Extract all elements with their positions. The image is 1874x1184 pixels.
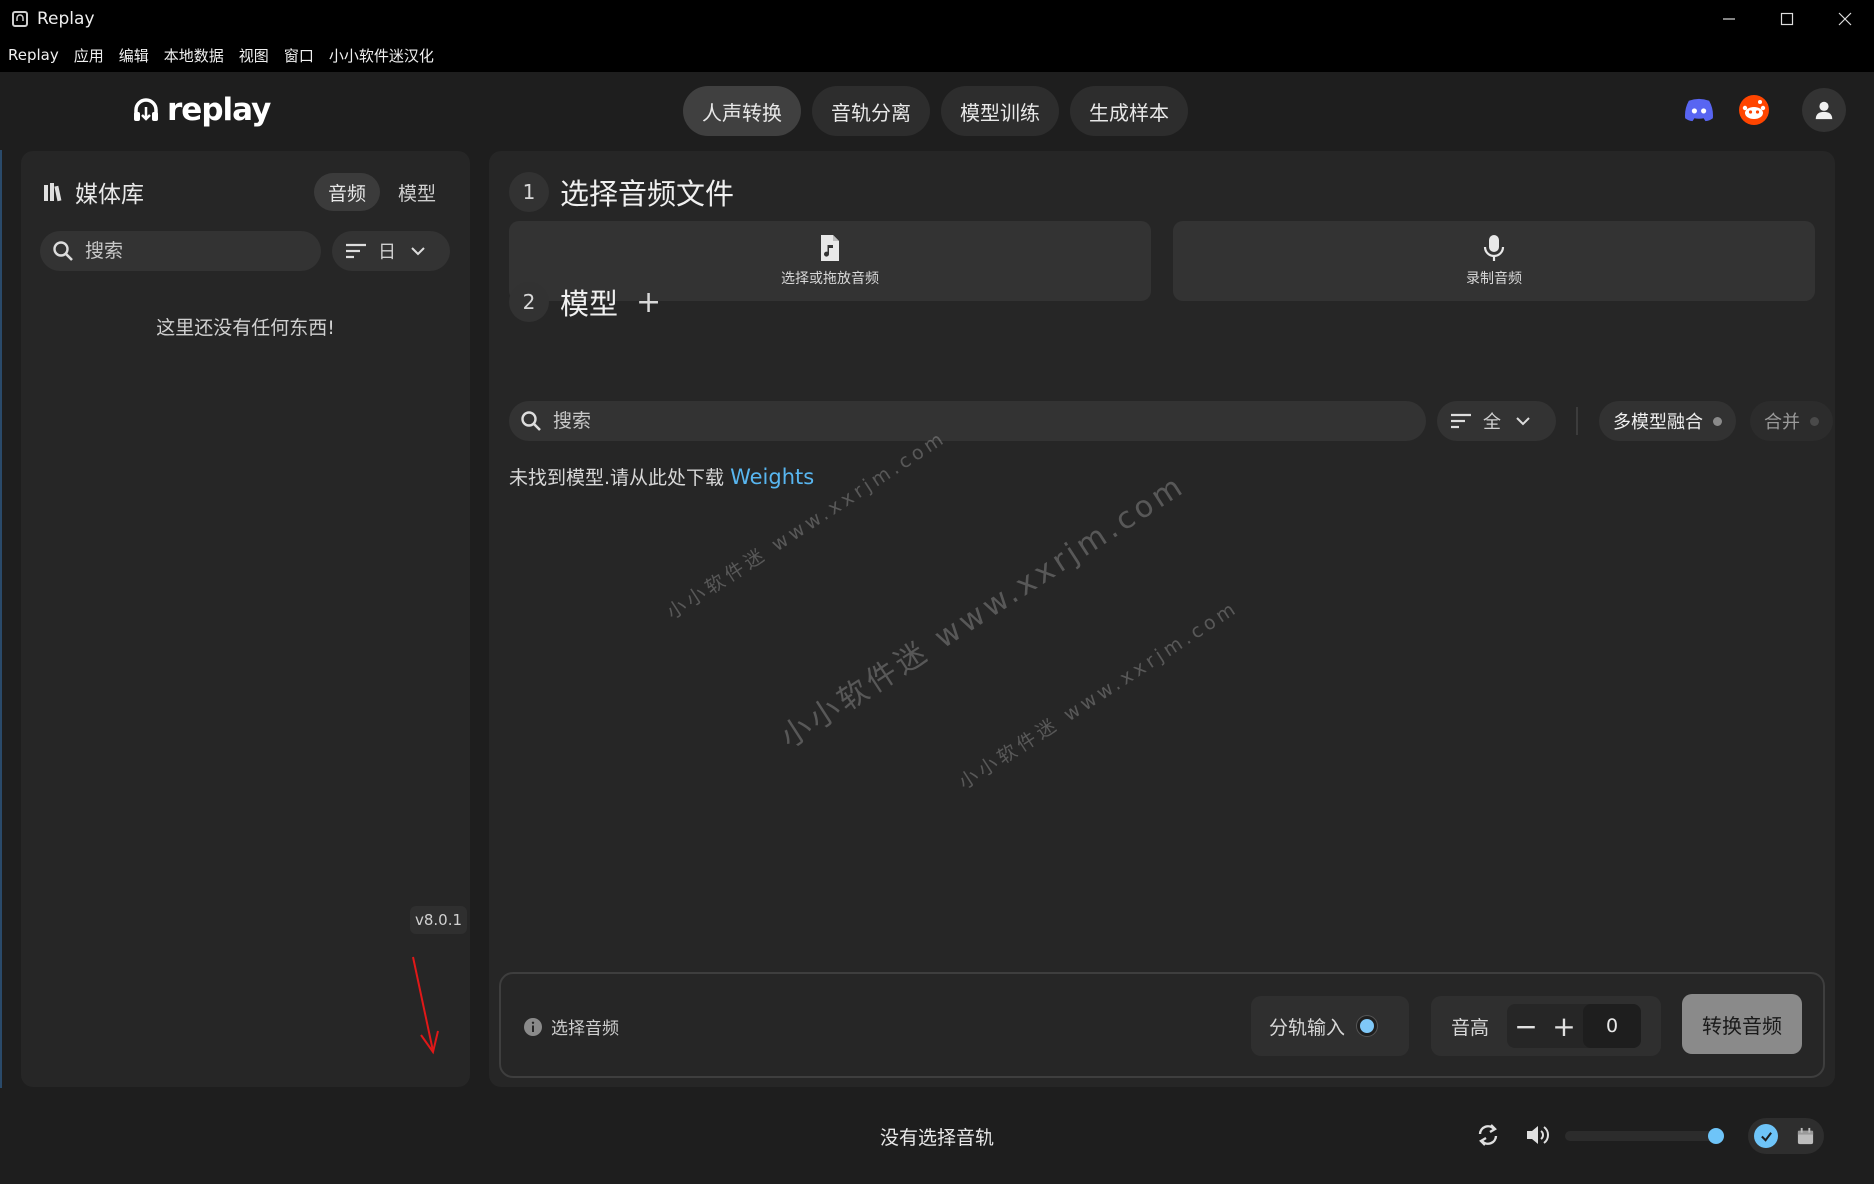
convert-status-text: 选择音频 [551, 1019, 619, 1039]
volume-slider-knob[interactable] [1708, 1128, 1724, 1144]
library-icon [44, 183, 62, 202]
no-model-text: 未找到模型.请从此处下载 [509, 467, 725, 489]
convert-panel: 1 选择音频文件 选择或拖放音频 录制音频 2 模型 + 全 多模型融合 合并 … [489, 151, 1835, 1087]
pitch-decrease-button[interactable]: − [1507, 1004, 1545, 1048]
menu-item-window[interactable]: 窗口 [284, 45, 314, 66]
volume-slider[interactable] [1565, 1128, 1724, 1144]
model-search [509, 401, 1426, 441]
tab-generate-samples[interactable]: 生成样本 [1070, 86, 1188, 136]
convert-status: 选择音频 [523, 1014, 619, 1039]
menu-item-edit[interactable]: 编辑 [119, 45, 149, 66]
merge-label: 合并 [1764, 412, 1800, 433]
library-title: 媒体库 [75, 182, 144, 208]
step-1-number: 1 [509, 172, 549, 212]
record-audio-label: 录制音频 [1466, 271, 1522, 287]
menu-bar: Replay 应用 编辑 本地数据 视图 窗口 小小软件迷汉化 [0, 38, 1874, 72]
step-2-title: 模型 [560, 287, 619, 321]
minimize-button[interactable] [1700, 0, 1758, 38]
library-segment: 音频 模型 [313, 173, 450, 211]
pitch-control: 音高 − + 0 [1431, 996, 1661, 1056]
sort-icon [346, 243, 366, 259]
maximize-button[interactable] [1758, 0, 1816, 38]
logo-text: replay [167, 92, 271, 128]
microphone-icon [1483, 235, 1505, 261]
weights-link[interactable]: Weights [730, 465, 814, 489]
main-nav: 人声转换 音轨分离 模型训练 生成样本 [683, 86, 1188, 136]
tab-voice-convert[interactable]: 人声转换 [683, 86, 801, 136]
info-icon [524, 1017, 542, 1036]
menu-item-view[interactable]: 视图 [239, 45, 269, 66]
user-icon[interactable] [1802, 88, 1846, 132]
app-header: replay 人声转换 音轨分离 模型训练 生成样本 [0, 72, 1874, 150]
model-search-input[interactable] [553, 410, 1353, 432]
close-button[interactable] [1816, 0, 1874, 38]
multi-model-blend-toggle[interactable]: 多模型融合 [1599, 401, 1736, 441]
library-empty-message: 这里还没有任何东西! [156, 317, 335, 339]
library-search [40, 231, 321, 271]
pitch-value[interactable]: 0 [1583, 1004, 1642, 1048]
menu-item-localization[interactable]: 小小软件迷汉化 [329, 45, 434, 66]
reddit-icon[interactable] [1732, 88, 1776, 132]
merge-toggle[interactable]: 合并 [1750, 401, 1833, 441]
toggle-indicator [1810, 416, 1819, 426]
library-sort-value: 日 [378, 242, 396, 263]
segment-audio[interactable]: 音频 [313, 173, 380, 211]
menu-item-replay[interactable]: Replay [8, 46, 59, 64]
loop-icon[interactable] [1474, 1121, 1502, 1149]
app-icon [12, 11, 28, 27]
model-filter-dropdown[interactable]: 全 [1437, 401, 1556, 441]
player-bar: 没有选择音轨 [0, 1088, 1874, 1184]
version-badge: v8.0.1 [410, 906, 467, 934]
calendar-icon[interactable] [1794, 1125, 1816, 1147]
stem-input-toggle[interactable]: 分轨输入 [1251, 996, 1409, 1056]
pitch-label: 音高 [1451, 1016, 1490, 1039]
view-switch[interactable] [1748, 1118, 1824, 1154]
chevron-down-icon [1516, 417, 1530, 426]
step-2-number: 2 [509, 282, 549, 322]
headphones-icon [134, 98, 158, 121]
check-icon[interactable] [1754, 1124, 1778, 1148]
tab-model-training[interactable]: 模型训练 [941, 86, 1059, 136]
discord-icon[interactable] [1677, 88, 1721, 132]
window-border [0, 38, 2, 1184]
library-search-input[interactable] [85, 240, 285, 262]
sort-icon [1451, 413, 1471, 429]
chevron-down-icon [411, 247, 425, 256]
audio-file-icon [821, 235, 839, 261]
library-sort-dropdown[interactable]: 日 [332, 231, 450, 271]
no-model-message: 未找到模型.请从此处下载 Weights [509, 463, 814, 490]
segment-models[interactable]: 模型 [384, 173, 450, 211]
toggle-indicator [1357, 1016, 1378, 1036]
window-title: Replay [37, 9, 95, 29]
step-1-header: 1 选择音频文件 [509, 171, 734, 213]
toggle-indicator [1713, 416, 1722, 426]
record-audio-button[interactable]: 录制音频 [1173, 221, 1815, 301]
select-file-label: 选择或拖放音频 [781, 271, 879, 287]
search-icon [53, 241, 73, 261]
search-icon [521, 411, 541, 431]
model-filter-value: 全 [1483, 412, 1501, 433]
convert-audio-button[interactable]: 转换音频 [1682, 994, 1802, 1054]
add-model-button[interactable]: + [636, 285, 661, 320]
step-1-title: 选择音频文件 [560, 177, 735, 211]
multi-model-blend-label: 多模型融合 [1613, 412, 1703, 433]
step-2-header: 2 模型 + [509, 281, 661, 323]
pitch-stepper: − + 0 [1507, 1004, 1642, 1048]
menu-item-app[interactable]: 应用 [74, 45, 104, 66]
pitch-increase-button[interactable]: + [1545, 1004, 1583, 1048]
media-library-panel: 媒体库 音频 模型 日 这里还没有任何东西! [21, 151, 470, 1087]
title-bar: Replay [0, 0, 1874, 38]
stem-input-label: 分轨输入 [1269, 1016, 1346, 1039]
toolbar-divider [1576, 407, 1578, 435]
red-arrow-annotation [412, 956, 439, 1055]
volume-icon[interactable] [1524, 1121, 1552, 1149]
tab-stem-separation[interactable]: 音轨分离 [812, 86, 930, 136]
logo: replay [131, 92, 271, 128]
menu-item-local-data[interactable]: 本地数据 [164, 45, 224, 66]
convert-bar: 选择音频 分轨输入 音高 − + 0 转换音频 [499, 972, 1825, 1078]
